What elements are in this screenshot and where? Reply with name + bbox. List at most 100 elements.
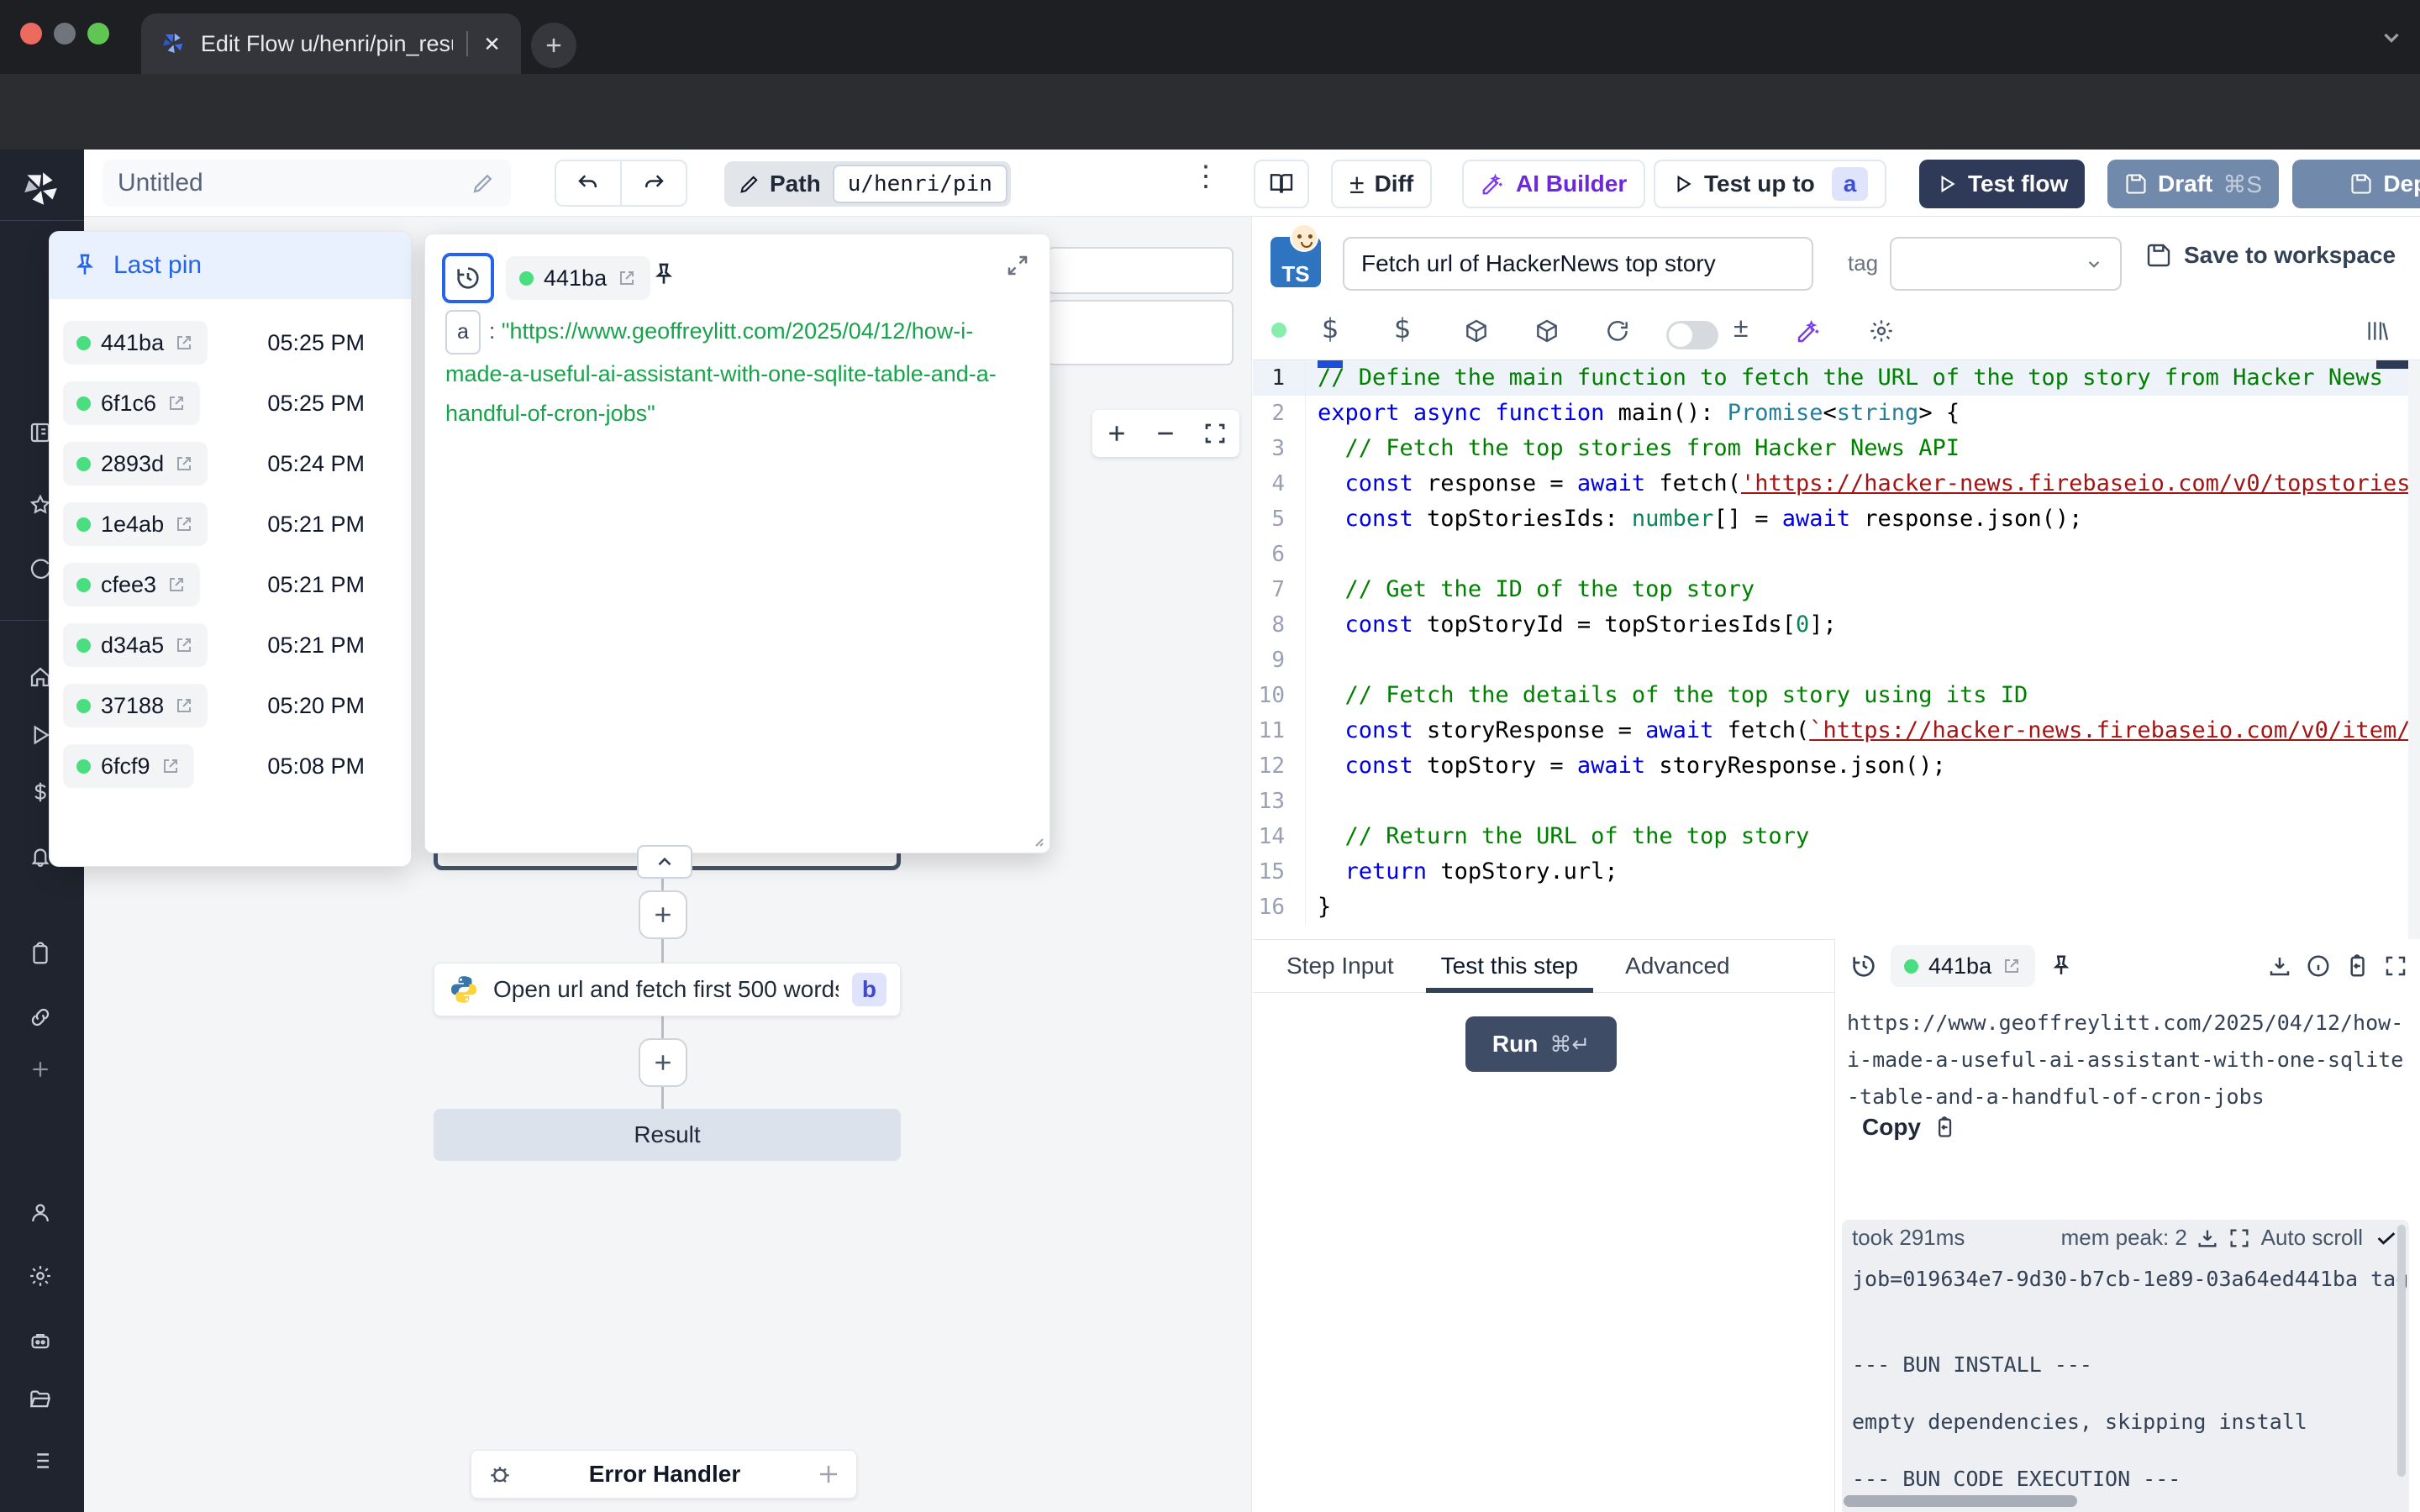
package-icon[interactable]	[1534, 318, 1560, 344]
pin-run-chip[interactable]: cfee3	[63, 563, 200, 606]
editor-scrollbar[interactable]	[2408, 360, 2420, 939]
clipboard-icon[interactable]	[28, 941, 53, 966]
external-link-icon[interactable]	[166, 575, 187, 595]
close-window-button[interactable]	[20, 23, 42, 45]
pin-icon[interactable]	[2049, 953, 2074, 979]
external-link-icon[interactable]	[174, 514, 194, 534]
code-line[interactable]: 3 // Fetch the top stories from Hacker N…	[1253, 431, 2420, 466]
log-vertical-scrollbar[interactable]	[2397, 1225, 2406, 1477]
code-line[interactable]: 15 return topStory.url;	[1253, 854, 2420, 890]
log-horizontal-scrollbar[interactable]	[1844, 1495, 2077, 1507]
pin-row[interactable]: 3718805:20 PM	[50, 684, 411, 727]
windmill-logo-icon[interactable]	[20, 168, 62, 210]
tab-search-chevron-icon[interactable]	[2376, 22, 2407, 52]
close-tab-icon[interactable]	[481, 33, 502, 55]
clipboard-copy-icon[interactable]	[2344, 953, 2370, 979]
tab-test-this-step[interactable]: Test this step	[1426, 939, 1593, 993]
tag-select[interactable]	[1890, 237, 2122, 291]
code-line[interactable]: 12 const topStory = await storyResponse.…	[1253, 748, 2420, 784]
browser-tab[interactable]: Edit Flow u/henri/pin_results	[141, 13, 521, 74]
code-line[interactable]: 8 const topStoryId = topStoriesIds[0];	[1253, 607, 2420, 643]
resize-handle-icon[interactable]	[1026, 829, 1046, 849]
code-editor[interactable]: 1// Define the main function to fetch th…	[1253, 360, 2420, 939]
fullscreen-icon[interactable]	[2383, 953, 2408, 979]
pin-run-chip[interactable]: 2893d	[63, 442, 208, 486]
pin-run-chip[interactable]: 441ba	[506, 256, 650, 300]
maximize-window-button[interactable]	[87, 23, 109, 45]
pin-row[interactable]: 6f1c605:25 PM	[50, 381, 411, 425]
external-link-icon[interactable]	[160, 756, 181, 776]
zoom-in-icon[interactable]	[1104, 421, 1129, 446]
plus-icon[interactable]	[28, 1057, 53, 1082]
magic-wand-icon[interactable]	[1796, 318, 1823, 344]
link-icon[interactable]	[28, 1005, 53, 1030]
pin-row[interactable]: 2893d05:24 PM	[50, 442, 411, 486]
pin-row[interactable]: 1e4ab05:21 PM	[50, 502, 411, 546]
user-icon[interactable]	[28, 1200, 53, 1226]
pin-row[interactable]: 6fcf905:08 PM	[50, 744, 411, 788]
pin-run-chip[interactable]: 6fcf9	[63, 744, 194, 788]
log-panel[interactable]: took 291ms mem peak: 2 Auto scroll job=0…	[1842, 1220, 2409, 1512]
tab-step-input[interactable]: Step Input	[1286, 939, 1394, 993]
external-link-icon[interactable]	[174, 696, 194, 716]
gear-icon[interactable]	[28, 1263, 53, 1289]
ai-builder-button[interactable]: AI Builder	[1462, 160, 1645, 208]
package-icon[interactable]	[1463, 318, 1490, 344]
tab-advanced[interactable]: Advanced	[1625, 939, 1730, 993]
code-line[interactable]: 16}	[1253, 890, 2420, 925]
expand-icon[interactable]	[1005, 253, 1030, 278]
copy-button[interactable]: Copy	[1862, 1114, 1956, 1141]
history-icon[interactable]	[1850, 953, 1877, 979]
code-line[interactable]: 9	[1253, 643, 2420, 678]
pin-run-chip[interactable]: d34a5	[63, 623, 208, 667]
zoom-out-icon[interactable]	[1153, 421, 1178, 446]
external-link-icon[interactable]	[174, 454, 194, 474]
run-button[interactable]: Run ⌘↵	[1465, 1016, 1617, 1072]
external-link-icon[interactable]	[174, 635, 194, 655]
path-button[interactable]: Path u/henri/pin	[724, 161, 1011, 207]
save-to-workspace-button[interactable]: Save to workspace	[2145, 242, 2396, 269]
pin-run-chip[interactable]: 37188	[63, 684, 208, 727]
python-step-node[interactable]: Open url and fetch first 500 words of ..…	[434, 963, 901, 1016]
resources-icon[interactable]: $	[1394, 312, 1411, 344]
deploy-button[interactable]: Deploy	[2292, 160, 2420, 208]
pin-icon[interactable]	[650, 261, 677, 288]
code-line[interactable]: 13	[1253, 784, 2420, 819]
test-up-to-button[interactable]: Test up to a	[1654, 160, 1886, 208]
test-flow-button[interactable]: Test flow	[1919, 160, 2085, 208]
refresh-icon[interactable]	[1604, 318, 1631, 344]
code-line[interactable]: 10 // Fetch the details of the top story…	[1253, 678, 2420, 713]
variables-icon[interactable]: $	[1322, 312, 1339, 344]
diff-button[interactable]: ± Diff	[1331, 160, 1432, 208]
code-line[interactable]: 7 // Get the ID of the top story	[1253, 572, 2420, 607]
pin-row[interactable]: cfee305:21 PM	[50, 563, 411, 606]
gear-icon[interactable]	[1868, 318, 1895, 344]
robot-icon[interactable]	[28, 1328, 53, 1353]
download-icon[interactable]	[2267, 953, 2292, 979]
code-line[interactable]: 11 const storyResponse = await fetch(`ht…	[1253, 713, 2420, 748]
folder-icon[interactable]	[28, 1387, 53, 1412]
insert-step-button[interactable]	[639, 890, 687, 939]
info-icon[interactable]	[2306, 953, 2331, 979]
code-line[interactable]: 2export async function main(): Promise<s…	[1253, 396, 2420, 431]
code-line[interactable]: 1// Define the main function to fetch th…	[1253, 360, 2420, 396]
collapse-node-button[interactable]	[637, 845, 692, 879]
code-line[interactable]: 5 const topStoriesIds: number[] = await …	[1253, 501, 2420, 537]
flow-name-field[interactable]: Untitled	[103, 160, 511, 207]
history-button[interactable]	[442, 253, 494, 303]
external-link-icon[interactable]	[617, 268, 637, 288]
list-icon[interactable]	[28, 1448, 53, 1473]
insert-step-button[interactable]	[639, 1038, 687, 1087]
error-handler-node[interactable]: Error Handler	[471, 1450, 857, 1499]
pin-run-chip[interactable]: 1e4ab	[63, 502, 208, 546]
plus-minus-button[interactable]: ±	[1733, 312, 1749, 344]
attach-handle-icon[interactable]	[816, 1462, 841, 1487]
library-icon[interactable]	[2364, 318, 2391, 344]
draft-button[interactable]: Draft ⌘S	[2107, 160, 2279, 208]
download-icon[interactable]	[2196, 1226, 2219, 1250]
undo-button[interactable]	[556, 161, 622, 205]
code-line[interactable]: 6	[1253, 537, 2420, 572]
docs-button[interactable]	[1254, 160, 1309, 208]
external-link-icon[interactable]	[2002, 956, 2022, 976]
external-link-icon[interactable]	[166, 393, 187, 413]
